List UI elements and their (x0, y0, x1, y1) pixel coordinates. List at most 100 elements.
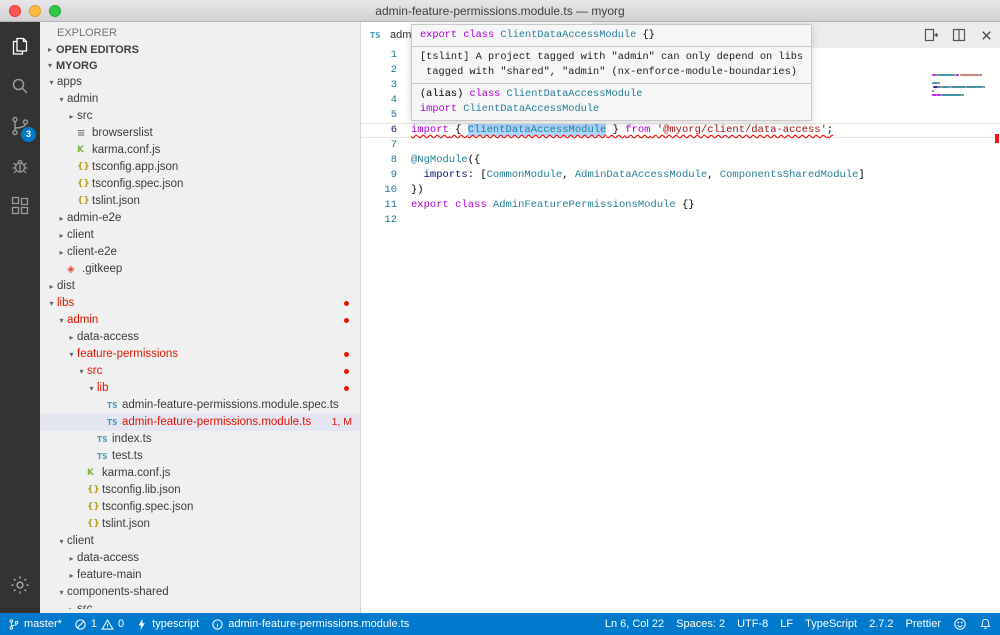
line-number[interactable]: 4 (361, 93, 411, 108)
code-token: CommonModule (487, 169, 563, 181)
tree-folder-admin-e2e[interactable]: ▸admin-e2e (40, 210, 360, 227)
tree-file-admin-feature-permissions.module.ts[interactable]: TSadmin-feature-permissions.module.ts1, … (40, 414, 360, 431)
tree-file-.gitkeep[interactable]: ◈.gitkeep (40, 261, 360, 278)
tree-file-tslint.json[interactable]: {}tslint.json (40, 516, 360, 533)
info-icon (211, 618, 224, 631)
open-changes-button[interactable] (923, 27, 939, 43)
tree-file-tsconfig.spec.json[interactable]: {}tsconfig.spec.json (40, 176, 360, 193)
tree-folder-src[interactable]: ▸src (40, 108, 360, 125)
code-line-7[interactable]: 7 (361, 138, 1000, 153)
feedback-button[interactable] (953, 617, 967, 631)
extensions-activity-button[interactable] (0, 186, 40, 226)
hover-signature: export class ClientDataAccessModule {} (420, 28, 803, 43)
code-line-12[interactable]: 12 (361, 213, 1000, 228)
line-number[interactable]: 1 (361, 48, 411, 63)
split-editor-button[interactable] (951, 27, 967, 43)
tree-folder-client[interactable]: ▾client (40, 533, 360, 550)
cursor-position-status[interactable]: Ln 6, Col 22 (605, 618, 664, 630)
minimize-window-button[interactable] (29, 5, 41, 17)
code-line-8[interactable]: 8@NgModule({ (361, 153, 1000, 168)
tree-file-karma.conf.js[interactable]: Kkarma.conf.js (40, 142, 360, 159)
code-line-6[interactable]: 6import { ClientDataAccessModule } from … (361, 123, 1000, 138)
tree-folder-feature-permissions[interactable]: ▾feature-permissions (40, 346, 360, 363)
line-number[interactable]: 2 (361, 63, 411, 78)
ts-file-icon: TS (97, 431, 112, 448)
zap-icon (136, 618, 148, 631)
status-bar: master* 1 0 typescript admin-feature-per… (0, 613, 1000, 635)
settings-button[interactable] (0, 565, 40, 605)
tree-folder-client-e2e[interactable]: ▸client-e2e (40, 244, 360, 261)
code-token: import (420, 103, 463, 115)
active-file-status[interactable]: admin-feature-permissions.module.ts (211, 618, 409, 631)
tree-folder-src[interactable]: ▾src (40, 363, 360, 380)
ts-file-icon: TS (97, 448, 112, 465)
typescript-task-status[interactable]: typescript (136, 618, 199, 631)
close-editor-button[interactable] (979, 28, 994, 43)
tree-folder-client[interactable]: ▸client (40, 227, 360, 244)
tree-file-index.ts[interactable]: TSindex.ts (40, 431, 360, 448)
minimap-line-mark (967, 86, 983, 88)
line-number[interactable]: 10 (361, 183, 411, 198)
twistie-closed-icon: ▸ (66, 601, 77, 609)
tree-folder-apps[interactable]: ▾apps (40, 74, 360, 91)
tree-folder-lib[interactable]: ▾lib (40, 380, 360, 397)
line-number[interactable]: 11 (361, 198, 411, 213)
tree-folder-dist[interactable]: ▸dist (40, 278, 360, 295)
code-line-11[interactable]: 11export class AdminFeaturePermissionsMo… (361, 198, 1000, 213)
line-number[interactable]: 12 (361, 213, 411, 228)
line-number[interactable]: 8 (361, 153, 411, 168)
git-branch-status[interactable]: master* (8, 618, 62, 631)
tree-folder-libs[interactable]: ▾libs (40, 295, 360, 312)
tree-folder-data-access[interactable]: ▸data-access (40, 329, 360, 346)
code-token: }) (411, 184, 424, 196)
language-mode-status[interactable]: TypeScript (805, 618, 857, 630)
code-area[interactable]: 123456import { ClientDataAccessModule } … (361, 48, 1000, 613)
tree-file-tslint.json[interactable]: {}tslint.json (40, 193, 360, 210)
workspace-section-header[interactable]: ▾ MYORG (40, 58, 360, 74)
tree-file-test.ts[interactable]: TStest.ts (40, 448, 360, 465)
tree-file-karma.conf.js[interactable]: Kkarma.conf.js (40, 465, 360, 482)
typescript-file-icon: TS (370, 31, 385, 40)
maximize-window-button[interactable] (49, 5, 61, 17)
line-number[interactable]: 6 (361, 123, 411, 138)
tree-file-tsconfig.spec.json[interactable]: {}tsconfig.spec.json (40, 499, 360, 516)
tree-item-label: tsconfig.app.json (92, 159, 178, 176)
encoding-status[interactable]: UTF-8 (737, 618, 768, 630)
tree-item-label: tslint.json (92, 193, 140, 210)
tree-file-tsconfig.app.json[interactable]: {}tsconfig.app.json (40, 159, 360, 176)
tree-folder-src[interactable]: ▸src (40, 601, 360, 609)
explorer-activity-button[interactable] (0, 26, 40, 66)
tree-item-label: tslint.json (102, 516, 150, 533)
tree-file-tsconfig.lib.json[interactable]: {}tsconfig.lib.json (40, 482, 360, 499)
indentation-status[interactable]: Spaces: 2 (676, 618, 725, 630)
notifications-button[interactable] (979, 617, 992, 631)
minimap[interactable] (932, 52, 990, 112)
typescript-version-status[interactable]: 2.7.2 (869, 618, 893, 630)
source-control-activity-button[interactable]: 3 (0, 106, 40, 146)
tree-file-admin-feature-permissions.module.spec.ts[interactable]: TSadmin-feature-permissions.module.spec.… (40, 397, 360, 414)
tree-file-browserslist[interactable]: ≡browserslist (40, 125, 360, 142)
search-activity-button[interactable] (0, 66, 40, 106)
line-number[interactable]: 7 (361, 138, 411, 153)
close-window-button[interactable] (9, 5, 21, 17)
line-content: import { ClientDataAccessModule } from '… (411, 123, 833, 138)
tree-folder-admin[interactable]: ▾admin (40, 312, 360, 329)
problems-status[interactable]: 1 0 (74, 618, 124, 631)
line-number[interactable]: 3 (361, 78, 411, 93)
tree-folder-admin[interactable]: ▾admin (40, 91, 360, 108)
explorer-sidebar: EXPLORER ▸ OPEN EDITORS ▾ MYORG ▾apps▾ad… (40, 22, 360, 613)
eol-status[interactable]: LF (780, 618, 793, 630)
line-number[interactable]: 9 (361, 168, 411, 183)
split-editor-icon (951, 27, 967, 43)
tree-folder-feature-main[interactable]: ▸feature-main (40, 567, 360, 584)
debug-activity-button[interactable] (0, 146, 40, 186)
code-line-9[interactable]: 9 imports: [CommonModule, AdminDataAcces… (361, 168, 1000, 183)
title-bar[interactable]: admin-feature-permissions.module.ts — my… (0, 0, 1000, 22)
tree-item-label: admin (67, 312, 98, 329)
open-editors-section-header[interactable]: ▸ OPEN EDITORS (40, 42, 360, 58)
code-line-10[interactable]: 10}) (361, 183, 1000, 198)
tree-folder-components-shared[interactable]: ▾components-shared (40, 584, 360, 601)
prettier-status[interactable]: Prettier (906, 618, 941, 630)
line-number[interactable]: 5 (361, 108, 411, 123)
tree-folder-data-access[interactable]: ▸data-access (40, 550, 360, 567)
